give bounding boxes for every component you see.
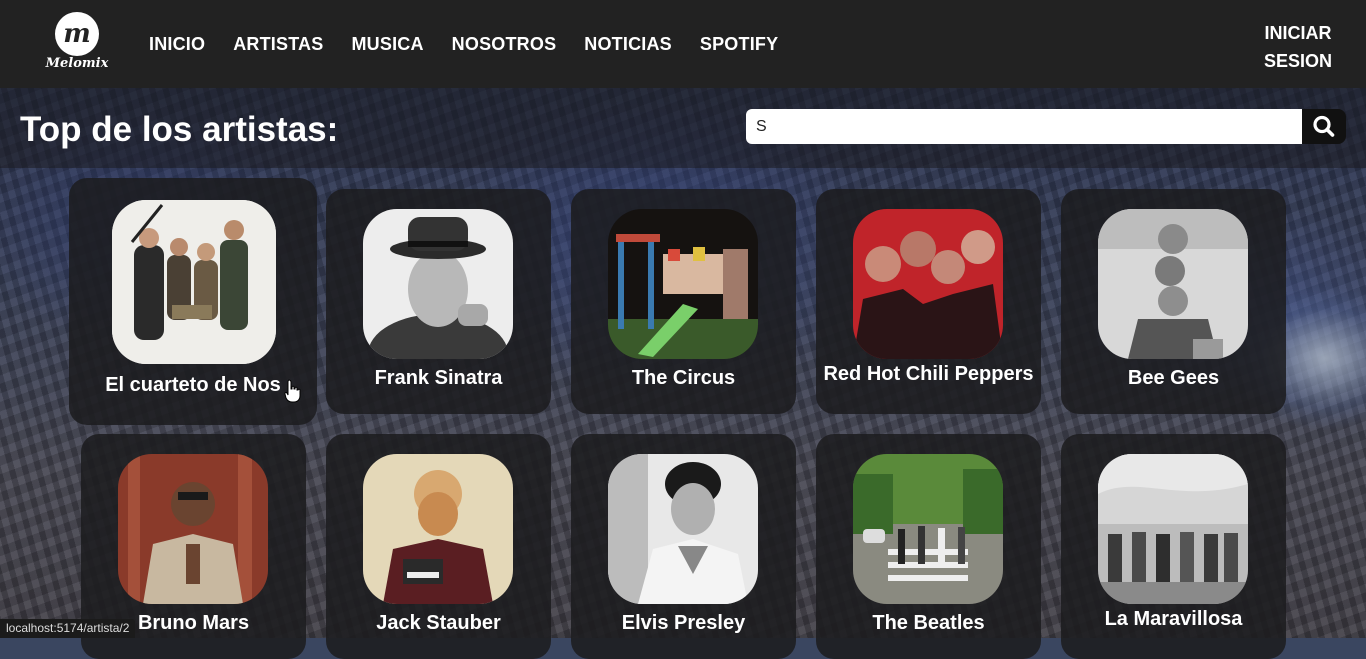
artist-photo: [118, 454, 268, 604]
artist-photo: [608, 209, 758, 359]
artist-card[interactable]: La Maravillosa: [1061, 434, 1286, 659]
artist-card[interactable]: The Circus: [571, 189, 796, 414]
browser-status-bar: localhost:5174/artista/2: [0, 619, 136, 638]
logo-wordmark: Melomix: [45, 56, 109, 71]
nav-inicio[interactable]: INICIO: [149, 34, 205, 55]
login-button[interactable]: INICIAR SESION: [1258, 19, 1338, 75]
artist-photo: [608, 454, 758, 604]
artist-name: La Maravillosa: [1104, 608, 1243, 630]
top-navbar: m Melomix INICIO ARTISTAS MUSICA NOSOTRO…: [0, 0, 1366, 88]
nav-noticias[interactable]: NOTICIAS: [584, 34, 672, 55]
nav-nosotros[interactable]: NOSOTROS: [452, 34, 557, 55]
artist-photo: [112, 200, 276, 364]
artist-photo: [1098, 454, 1248, 604]
search-button[interactable]: [1302, 109, 1346, 144]
artist-card[interactable]: El cuarteto de Nos: [69, 178, 317, 425]
page-title: Top de los artistas:: [20, 110, 339, 149]
artist-name: Jack Stauber: [376, 612, 501, 634]
login-label-line2: SESION: [1263, 51, 1333, 71]
artist-name: Elvis Presley: [621, 612, 746, 634]
artist-photo: [363, 209, 513, 359]
artist-name: The Circus: [631, 367, 736, 389]
nav-musica[interactable]: MUSICA: [351, 34, 423, 55]
artist-card[interactable]: Jack Stauber: [326, 434, 551, 659]
search-icon: [1313, 115, 1335, 137]
artist-photo: [363, 454, 513, 604]
login-label-line1: INICIAR: [1264, 23, 1332, 43]
artist-card[interactable]: The Beatles: [816, 434, 1041, 659]
artist-card[interactable]: Bee Gees: [1061, 189, 1286, 414]
nav-spotify[interactable]: SPOTIFY: [700, 34, 778, 55]
artist-photo: [853, 209, 1003, 359]
melomix-logo-icon[interactable]: m Melomix: [43, 10, 111, 76]
artist-name: The Beatles: [872, 612, 985, 634]
search-input[interactable]: [746, 109, 1302, 144]
artist-photo: [1098, 209, 1248, 359]
hand-pointer-icon: [284, 379, 301, 403]
title-bar: Top de los artistas:: [0, 88, 1366, 168]
artist-card[interactable]: Elvis Presley: [571, 434, 796, 659]
nav-artistas[interactable]: ARTISTAS: [233, 34, 323, 55]
artist-photo: [853, 454, 1003, 604]
artist-name: Bee Gees: [1127, 367, 1220, 389]
artist-name: Frank Sinatra: [374, 367, 503, 389]
logo-badge: m: [55, 12, 99, 56]
artist-name: El cuarteto de Nos: [105, 374, 281, 396]
main-menu: INICIO ARTISTAS MUSICA NOSOTROS NOTICIAS…: [149, 34, 806, 55]
artist-card[interactable]: Frank Sinatra: [326, 189, 551, 414]
artist-card[interactable]: Red Hot Chili Peppers: [816, 189, 1041, 414]
artist-name: Red Hot Chili Peppers: [823, 363, 1034, 385]
